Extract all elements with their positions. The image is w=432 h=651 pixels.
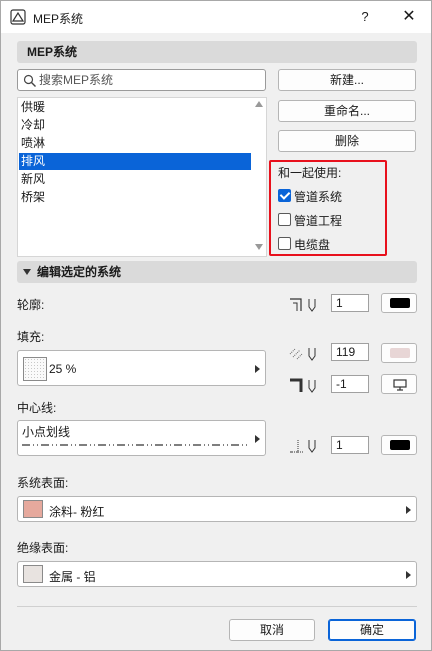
- popup-arrow-icon: [406, 571, 411, 579]
- centerline-value: 小点划线: [22, 425, 71, 439]
- system-surface-popup[interactable]: 涂料- 粉红: [17, 496, 417, 522]
- centerline-pen-input[interactable]: 1: [331, 436, 369, 454]
- contour-label: 轮廓:: [17, 298, 45, 312]
- new-button[interactable]: 新建...: [278, 69, 416, 91]
- delete-button[interactable]: 删除: [278, 130, 416, 152]
- use-with-label: 和一起使用:: [278, 166, 342, 180]
- list-item[interactable]: 新风: [19, 171, 251, 188]
- monitor-icon: [393, 379, 407, 391]
- system-surface-swatch: [23, 500, 43, 518]
- search-icon: [23, 74, 36, 87]
- collapse-triangle-icon[interactable]: [23, 269, 31, 275]
- checkbox-label: 管道系统: [294, 190, 343, 204]
- window-title: MEP系统: [33, 12, 84, 26]
- app-icon: [10, 9, 26, 25]
- systems-list[interactable]: 供暖 冷却 喷淋 排风 新风 桥架: [17, 97, 267, 257]
- help-button[interactable]: ?: [351, 5, 379, 29]
- checkbox-piping-system[interactable]: [278, 189, 291, 202]
- contour-pen-swatch: [390, 298, 410, 308]
- mep-systems-dialog: MEP系统 ? ✕ MEP系统 供暖 冷却 喷淋 排风 新风 桥架 新建... …: [0, 0, 432, 651]
- popup-arrow-icon: [255, 365, 260, 373]
- section-header-edit-system[interactable]: 编辑选定的系统: [17, 261, 417, 283]
- scroll-down-arrow[interactable]: [255, 244, 263, 250]
- search-box[interactable]: [17, 69, 266, 91]
- fill-popup[interactable]: 25 %: [17, 350, 266, 386]
- centerline-pen-icon: [290, 440, 316, 453]
- list-item[interactable]: 供暖: [19, 99, 251, 116]
- fill-foreground-pen-input[interactable]: 119: [331, 343, 369, 361]
- list-item[interactable]: 桥架: [19, 189, 251, 206]
- checkbox-cable-tray[interactable]: [278, 237, 291, 250]
- list-item[interactable]: 冷却: [19, 117, 251, 134]
- contour-pen-input[interactable]: 1: [331, 294, 369, 312]
- section-title: 编辑选定的系统: [37, 265, 122, 279]
- fill-pattern-swatch: [23, 357, 47, 381]
- fill-background-pen-icon: [290, 378, 316, 393]
- fill-foreground-pen-icon: [289, 348, 316, 361]
- system-surface-value: 涂料- 粉红: [49, 505, 105, 519]
- fill-foreground-pen-swatch: [390, 348, 410, 358]
- centerline-popup[interactable]: 小点划线: [17, 420, 266, 456]
- contour-pen-icon: [290, 298, 316, 312]
- list-item-selected[interactable]: 排风: [19, 153, 251, 170]
- contour-pen-color-button[interactable]: [381, 293, 417, 313]
- fill-foreground-pen-color-button[interactable]: [381, 343, 417, 363]
- popup-arrow-icon: [406, 506, 411, 514]
- insulation-surface-swatch: [23, 565, 43, 583]
- rename-button[interactable]: 重命名...: [278, 100, 416, 122]
- centerline-pen-color-button[interactable]: [381, 435, 417, 455]
- insulation-surface-popup[interactable]: 金属 - 铝: [17, 561, 417, 587]
- dialog-body: MEP系统 供暖 冷却 喷淋 排风 新风 桥架 新建... 重命名... 删除 …: [1, 33, 431, 650]
- fill-value: 25 %: [49, 362, 77, 376]
- checkbox-label: 电缆盘: [294, 238, 331, 252]
- fill-background-pen-input[interactable]: -1: [331, 375, 369, 393]
- section-header-mep-systems: MEP系统: [17, 41, 417, 63]
- search-input[interactable]: [39, 72, 261, 88]
- close-button[interactable]: ✕: [395, 5, 423, 29]
- checkbox-label: 管道工程: [294, 214, 343, 228]
- fill-background-pen-button[interactable]: [381, 374, 417, 394]
- ok-button[interactable]: 确定: [328, 619, 416, 641]
- centerline-pattern-preview: [22, 444, 250, 446]
- fill-label: 填充:: [17, 330, 45, 344]
- centerline-label: 中心线:: [17, 401, 57, 415]
- checkbox-ductwork[interactable]: [278, 213, 291, 226]
- cancel-button[interactable]: 取消: [229, 619, 315, 641]
- footer-divider: [17, 606, 417, 607]
- list-item[interactable]: 喷淋: [19, 135, 251, 152]
- title-bar: MEP系统 ? ✕: [1, 1, 431, 33]
- scroll-up-arrow[interactable]: [255, 101, 263, 107]
- insulation-surface-label: 绝缘表面:: [17, 541, 69, 555]
- popup-arrow-icon: [255, 435, 260, 443]
- insulation-surface-value: 金属 - 铝: [49, 570, 96, 584]
- system-surface-label: 系统表面:: [17, 476, 69, 490]
- centerline-pen-swatch: [390, 440, 410, 450]
